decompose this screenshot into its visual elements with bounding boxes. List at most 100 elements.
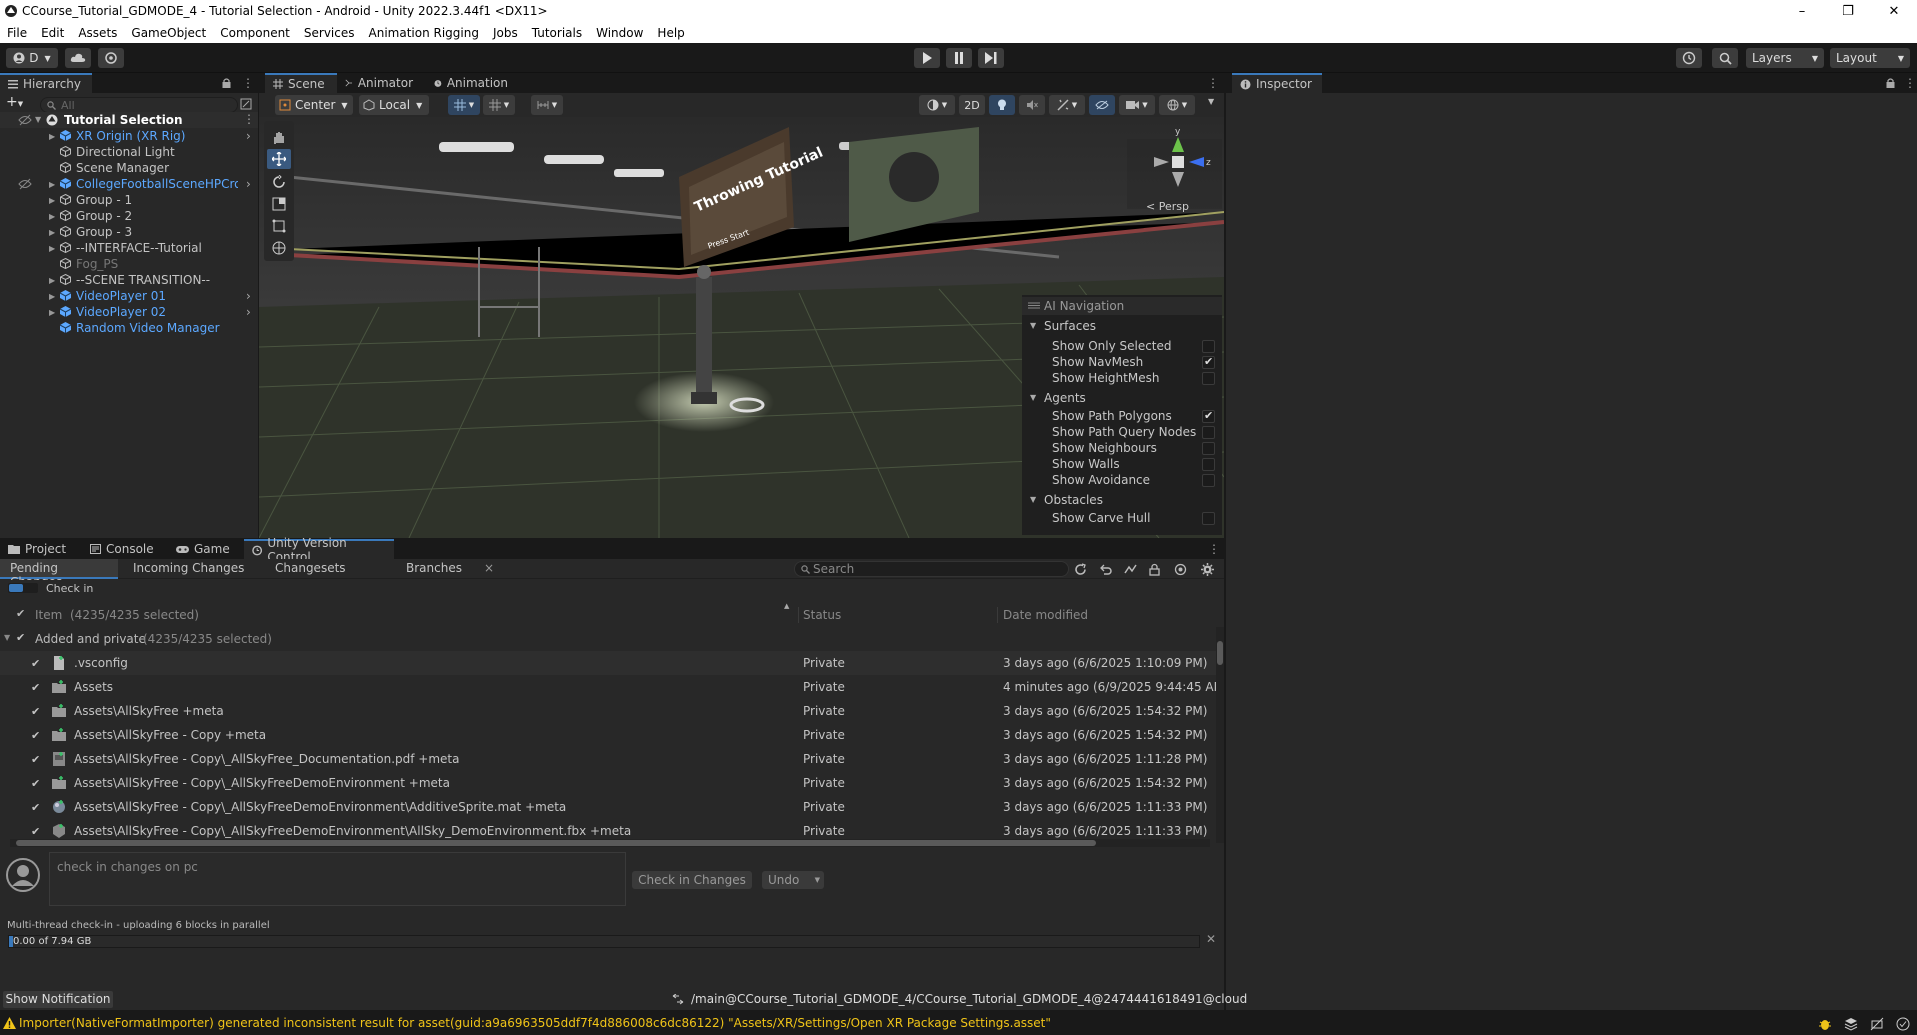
transform-tool-icon[interactable] (272, 241, 286, 255)
prefab-open-chevron-icon[interactable]: › (246, 305, 251, 319)
menu-tutorials[interactable]: Tutorials (525, 26, 589, 40)
hierarchy-item[interactable]: Random Video Manager (0, 320, 258, 336)
column-item[interactable]: Item (35, 608, 62, 622)
vc-group-row[interactable]: ▼ ✔ Added and private (4235/4235 selecte… (0, 627, 1216, 651)
row-checkbox[interactable]: ✔ (31, 777, 43, 790)
prefab-open-chevron-icon[interactable]: › (246, 129, 251, 143)
show-notification-button[interactable]: Show Notification (3, 991, 113, 1008)
lock-icon[interactable] (1886, 78, 1895, 88)
check-in-changes-button[interactable]: Check in Changes (632, 871, 752, 889)
refresh-icon[interactable] (1074, 563, 1087, 576)
group-collapse-icon[interactable]: ▼ (4, 633, 10, 642)
expand-arrow-icon[interactable]: ▶ (49, 132, 55, 141)
nav-option-checkbox[interactable] (1202, 512, 1215, 525)
undo-icon[interactable] (1099, 563, 1112, 576)
rotate-tool-icon[interactable] (272, 175, 286, 189)
checkin-mode-toggle[interactable] (8, 583, 38, 593)
persp-label[interactable]: < Persp (1146, 200, 1189, 213)
tab-console[interactable]: Console (82, 539, 166, 559)
menu-services[interactable]: Services (297, 26, 362, 40)
tab-animation[interactable]: Animation (426, 73, 516, 93)
row-checkbox[interactable]: ✔ (31, 825, 43, 838)
menu-jobs[interactable]: Jobs (486, 26, 525, 40)
panel-menu-icon[interactable]: ⋮ (1904, 76, 1916, 90)
nav-option-checkbox[interactable] (1202, 372, 1215, 385)
hierarchy-search-input[interactable]: All (40, 97, 238, 113)
vc-file-row[interactable]: ✔ Assets\AllSkyFree - Copy\_AllSkyFree_Do… (0, 747, 1216, 771)
step-button[interactable] (978, 48, 1004, 68)
subtab-branches[interactable]: Branches (406, 561, 462, 575)
checkin-comment-input[interactable]: check in changes on pc (49, 852, 626, 906)
hierarchy-item[interactable]: ▶ Group - 1 (0, 192, 258, 208)
menu-edit[interactable]: Edit (34, 26, 71, 40)
play-button[interactable] (914, 48, 940, 68)
lock-icon[interactable] (222, 78, 231, 88)
minimize-icon[interactable]: – (1779, 0, 1825, 22)
undo-history-icon[interactable] (1676, 48, 1702, 68)
increment-snap-dropdown[interactable]: ▼ (531, 95, 563, 115)
hierarchy-item[interactable]: ▶ --INTERFACE--Tutorial (0, 240, 258, 256)
stack-icon[interactable] (1844, 1017, 1858, 1031)
subtab-pending-changes[interactable]: Pending Changes (0, 559, 118, 589)
tab-unity-version-control[interactable]: Unity Version Control (244, 536, 394, 564)
scene-visibility-toggle-icon[interactable] (18, 114, 32, 126)
camera-settings-dropdown[interactable]: ▼ (1119, 95, 1155, 115)
hand-tool-icon[interactable] (272, 131, 286, 145)
effects-dropdown[interactable]: ▼ (1049, 95, 1085, 115)
hierarchy-item[interactable]: Fog_PS (0, 256, 258, 272)
expand-arrow-icon[interactable]: ▶ (49, 292, 55, 301)
nav-option-checkbox[interactable] (1202, 458, 1215, 471)
row-checkbox[interactable]: ✔ (31, 753, 43, 766)
row-checkbox[interactable]: ✔ (31, 729, 43, 742)
close-icon[interactable]: ✕ (1871, 0, 1917, 22)
space-dropdown[interactable]: Local ▼ (359, 95, 429, 115)
expand-arrow-icon[interactable]: ▶ (49, 308, 55, 317)
row-checkbox[interactable]: ✔ (31, 681, 43, 694)
add-object-button[interactable]: +▼ (6, 95, 28, 111)
gizmos-dropdown[interactable]: ▼ (1159, 95, 1195, 115)
vc-file-row[interactable]: ✔ Assets\AllSkyFree +meta Private 3 days ag… (0, 699, 1216, 723)
orientation-gizmo[interactable]: y z < Persp (1127, 127, 1222, 213)
scene-menu-icon[interactable]: ⋮ (1207, 76, 1219, 90)
menu-assets[interactable]: Assets (71, 26, 124, 40)
section-collapse-icon[interactable]: ▼ (1030, 495, 1036, 504)
debug-bug-icon[interactable] (1818, 1017, 1832, 1031)
expand-arrow-icon[interactable]: ▶ (49, 276, 55, 285)
pause-button[interactable] (946, 48, 972, 68)
select-all-checkbox[interactable]: ✔ (16, 607, 25, 620)
nav-option-checkbox[interactable] (1202, 355, 1215, 369)
tab-project[interactable]: Project (0, 539, 84, 559)
options-cog-icon[interactable] (1174, 563, 1187, 576)
vertical-scrollbar[interactable] (1216, 627, 1224, 843)
hierarchy-item[interactable]: ▶ Group - 2 (0, 208, 258, 224)
nav-section-header[interactable]: ▼ Surfaces (1022, 319, 1222, 335)
ai-navigation-header[interactable]: AI Navigation (1022, 297, 1222, 315)
draw-mode-dropdown[interactable]: ▼ (919, 95, 955, 115)
panel-menu-icon[interactable]: ⋮ (1208, 542, 1220, 556)
vc-file-row[interactable]: ✔ .vsconfig Private 3 days ago (6/6/2025 1:… (0, 651, 1216, 675)
scene-menu-icon[interactable]: ⋮ (243, 112, 255, 126)
collab-settings-icon[interactable] (98, 48, 124, 68)
scene-root-row[interactable]: ▼ Tutorial Selection ⋮ (0, 112, 258, 128)
vc-file-row[interactable]: ✔ Assets\AllSkyFree - Copy +meta Private 3 … (0, 723, 1216, 747)
toggle-2d-button[interactable]: 2D (959, 95, 985, 115)
hierarchy-item[interactable]: ▶ Group - 3 (0, 224, 258, 240)
hierarchy-item[interactable]: ▶ CollegeFootballSceneHPCrow › (0, 176, 258, 192)
nav-section-header[interactable]: ▼ Agents (1022, 391, 1222, 407)
expand-arrow-icon[interactable]: ▶ (49, 212, 55, 221)
lock-icon[interactable] (1149, 563, 1160, 576)
section-collapse-icon[interactable]: ▼ (1030, 393, 1036, 402)
expand-arrow-icon[interactable]: ▶ (49, 228, 55, 237)
hierarchy-item[interactable]: Scene Manager (0, 160, 258, 176)
vc-file-row[interactable]: ✔ Assets\AllSkyFree - Copy\_AllSkyFreeDem… (0, 795, 1216, 819)
settings-gear-icon[interactable] (1201, 563, 1214, 576)
row-checkbox[interactable]: ✔ (31, 657, 43, 670)
column-status[interactable]: Status (803, 608, 841, 622)
menu-component[interactable]: Component (213, 26, 297, 40)
hidden-object-icon[interactable] (18, 178, 32, 190)
pivot-dropdown[interactable]: Center ▼ (275, 95, 353, 115)
scene-visibility-icon[interactable] (240, 98, 252, 110)
hierarchy-item[interactable]: ▶ XR Origin (XR Rig) › (0, 128, 258, 144)
prefab-open-chevron-icon[interactable]: › (246, 289, 251, 303)
expand-arrow-icon[interactable]: ▶ (49, 180, 55, 189)
